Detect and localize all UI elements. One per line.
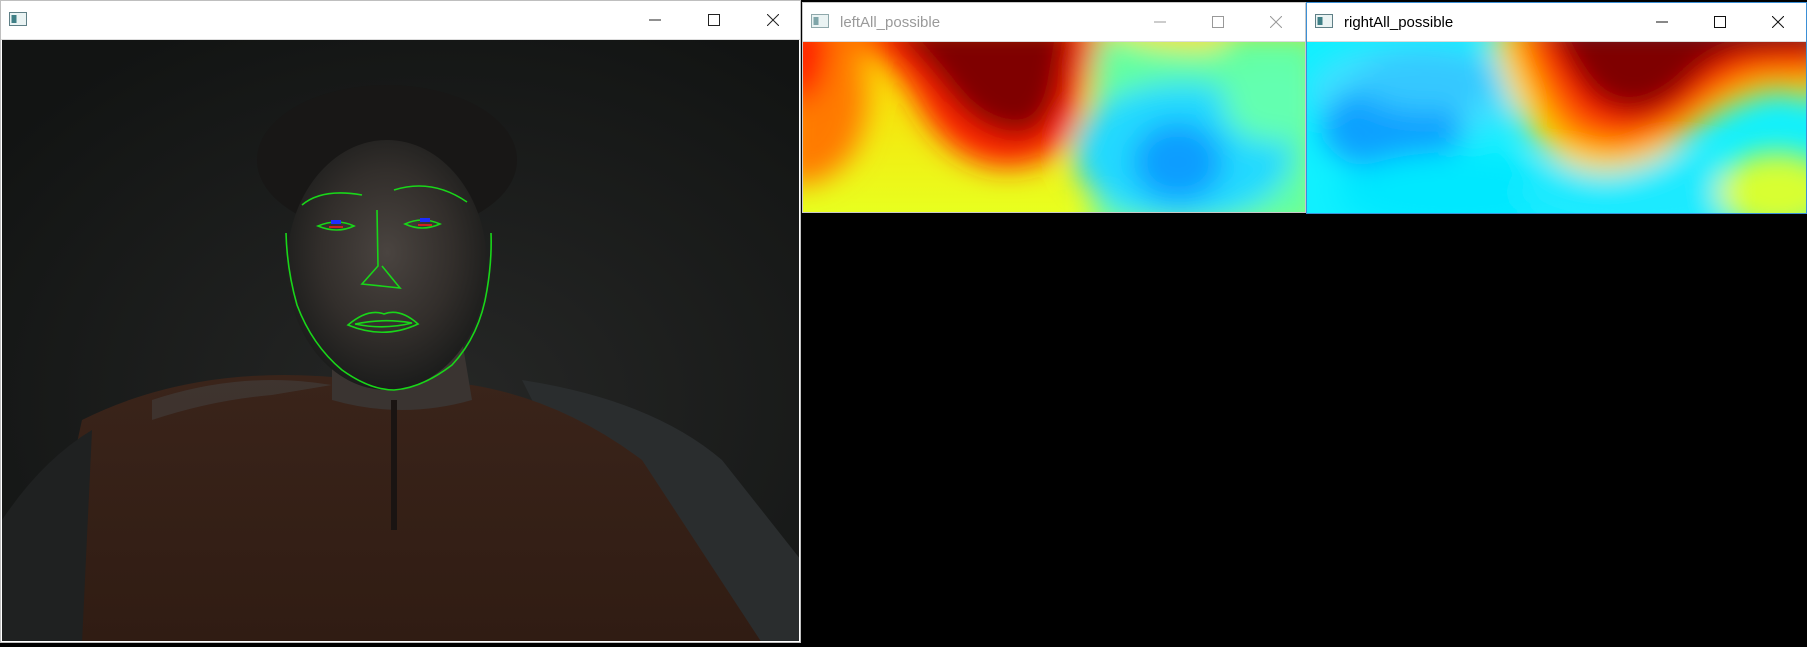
maximize-button[interactable] xyxy=(685,1,743,39)
maximize-icon xyxy=(1714,16,1726,28)
left-heatmap-window: leftAll_possible xyxy=(802,2,1306,213)
minimize-button[interactable] xyxy=(1633,3,1691,41)
app-icon xyxy=(1315,14,1333,28)
close-icon xyxy=(1270,16,1282,28)
close-button[interactable] xyxy=(1247,3,1305,41)
app-icon xyxy=(9,12,27,26)
camera-view xyxy=(2,40,799,641)
minimize-icon xyxy=(1154,21,1166,23)
minimize-button[interactable] xyxy=(626,1,684,39)
camera-window xyxy=(0,0,801,643)
right-pupil-marker xyxy=(420,218,430,222)
heatmap-image xyxy=(1307,42,1806,213)
left-window-titlebar[interactable]: leftAll_possible xyxy=(803,3,1305,42)
camera-frame xyxy=(2,40,799,641)
maximize-button[interactable] xyxy=(1189,3,1247,41)
close-button[interactable] xyxy=(744,1,802,39)
maximize-button[interactable] xyxy=(1691,3,1749,41)
close-icon xyxy=(767,14,779,26)
close-button[interactable] xyxy=(1749,3,1807,41)
close-icon xyxy=(1772,16,1784,28)
left-pupil-marker xyxy=(331,220,341,224)
minimize-button[interactable] xyxy=(1131,3,1189,41)
maximize-icon xyxy=(708,14,720,26)
right-heatmap xyxy=(1307,42,1806,213)
heatmap-image xyxy=(803,42,1305,212)
right-window-titlebar[interactable]: rightAll_possible xyxy=(1307,3,1806,42)
face xyxy=(287,140,487,390)
camera-titlebar[interactable] xyxy=(1,1,800,40)
left-heatmap xyxy=(803,42,1305,212)
maximize-icon xyxy=(1212,16,1224,28)
right-heatmap-window: rightAll_possible xyxy=(1306,2,1807,214)
minimize-icon xyxy=(649,19,661,21)
window-title: rightAll_possible xyxy=(1344,14,1454,31)
window-title: leftAll_possible xyxy=(840,14,941,31)
minimize-icon xyxy=(1656,21,1668,23)
app-icon xyxy=(811,14,829,28)
